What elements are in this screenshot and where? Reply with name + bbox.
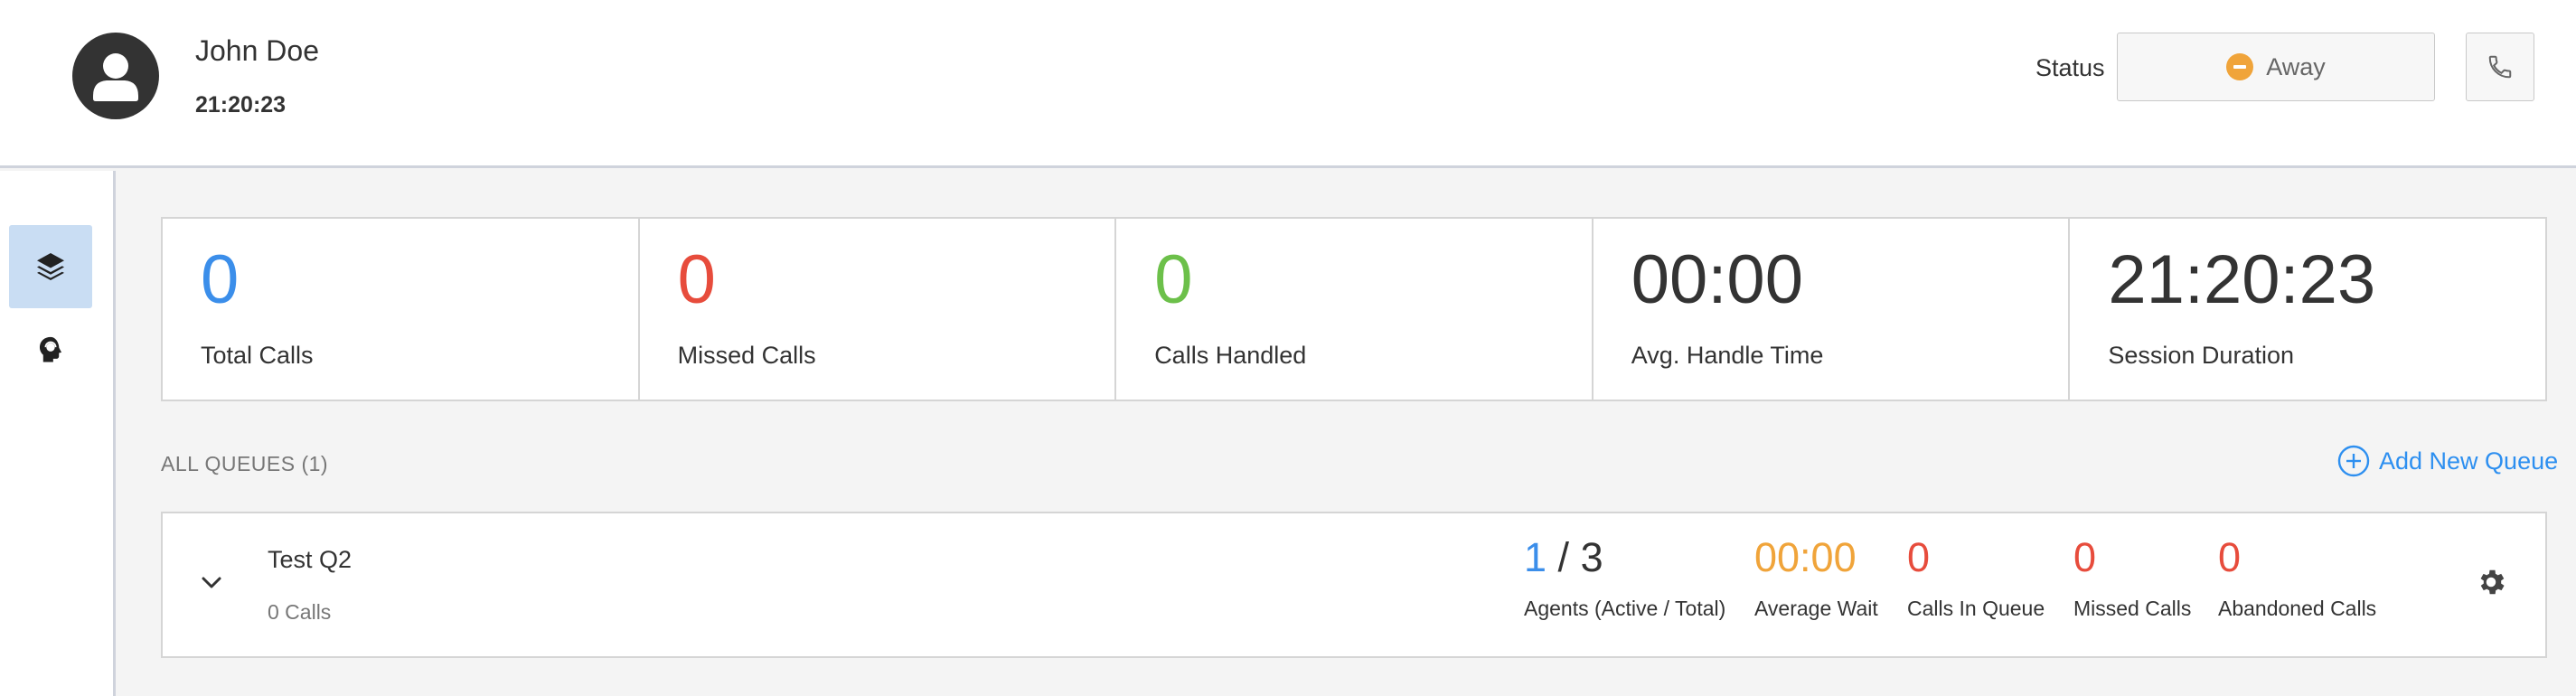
phone-button[interactable] — [2466, 33, 2534, 101]
stat-label: Missed Calls — [677, 342, 816, 369]
avg-wait-value: 00:00 — [1754, 534, 1857, 580]
queue-settings-button[interactable] — [2475, 566, 2507, 603]
queue-row: Test Q2 0 Calls 1 / 3 Agents (Active / T… — [161, 512, 2547, 658]
stat-label: Session Duration — [2108, 342, 2294, 369]
missed-value: 0 — [2073, 534, 2097, 580]
abandoned-value: 0 — [2218, 534, 2242, 580]
in-queue-label: Calls In Queue — [1907, 596, 2045, 620]
abandoned-label: Abandoned Calls — [2218, 596, 2377, 620]
agents-label: Agents (Active / Total) — [1524, 596, 1726, 620]
in-queue-value: 0 — [1907, 534, 1931, 580]
stat-value: 0 — [677, 241, 716, 318]
stat-label: Calls Handled — [1154, 342, 1307, 369]
user-avatar-icon — [72, 33, 159, 119]
queue-name: Test Q2 — [268, 546, 353, 573]
stat-calls-handled: 0 Calls Handled — [1116, 219, 1594, 400]
user-clock: 21:20:23 — [195, 92, 287, 118]
user-name: John Doe — [195, 34, 319, 67]
status-dropdown[interactable]: Away — [2117, 33, 2435, 101]
stat-value: 0 — [201, 241, 240, 318]
queue-missed-metric: 0 Missed Calls — [2073, 535, 2191, 621]
chevron-down-icon — [202, 577, 221, 588]
away-status-icon — [2226, 53, 2254, 80]
top-header: John Doe 21:20:23 Status Away — [0, 0, 2576, 168]
sidebar-item-queues[interactable] — [9, 225, 92, 308]
missed-label: Missed Calls — [2073, 596, 2192, 620]
layers-icon — [37, 253, 64, 280]
stat-label: Avg. Handle Time — [1631, 342, 1824, 369]
avg-wait-label: Average Wait — [1754, 596, 1878, 620]
queues-heading: ALL QUEUES (1) — [161, 452, 329, 475]
queue-avg-wait-metric: 00:00 Average Wait — [1754, 535, 1878, 621]
phone-icon — [2488, 55, 2512, 79]
queue-in-queue-metric: 0 Calls In Queue — [1907, 535, 2045, 621]
plus-circle-icon — [2337, 445, 2370, 477]
add-queue-label: Add New Queue — [2379, 447, 2559, 475]
stats-panel: 0 Total Calls 0 Missed Calls 0 Calls Han… — [161, 217, 2547, 401]
queue-call-count: 0 Calls — [268, 600, 332, 624]
queue-agents-metric: 1 / 3 Agents (Active / Total) — [1524, 535, 1725, 621]
stat-value: 0 — [1154, 241, 1193, 318]
status-value: Away — [2266, 52, 2326, 80]
expand-queue-button[interactable] — [199, 569, 224, 599]
queue-abandoned-metric: 0 Abandoned Calls — [2218, 535, 2376, 621]
stat-label: Total Calls — [201, 342, 314, 369]
sidebar — [0, 171, 116, 696]
gear-icon — [2480, 569, 2505, 595]
agents-total-value: 3 — [1580, 534, 1603, 580]
stat-session-duration: 21:20:23 Session Duration — [2070, 219, 2545, 400]
agents-active-value: 1 — [1524, 534, 1547, 580]
stat-value: 21:20:23 — [2108, 241, 2376, 318]
status-label: Status — [2035, 54, 2105, 81]
stat-avg-handle-time: 00:00 Avg. Handle Time — [1594, 219, 2071, 400]
stat-total-calls: 0 Total Calls — [163, 219, 640, 400]
stat-missed-calls: 0 Missed Calls — [640, 219, 1117, 400]
agent-headset-icon — [39, 336, 62, 362]
add-queue-button[interactable]: Add New Queue — [2337, 445, 2558, 477]
stat-value: 00:00 — [1631, 241, 1803, 318]
sidebar-item-agents[interactable] — [9, 308, 92, 391]
agents-separator: / — [1557, 534, 1570, 580]
